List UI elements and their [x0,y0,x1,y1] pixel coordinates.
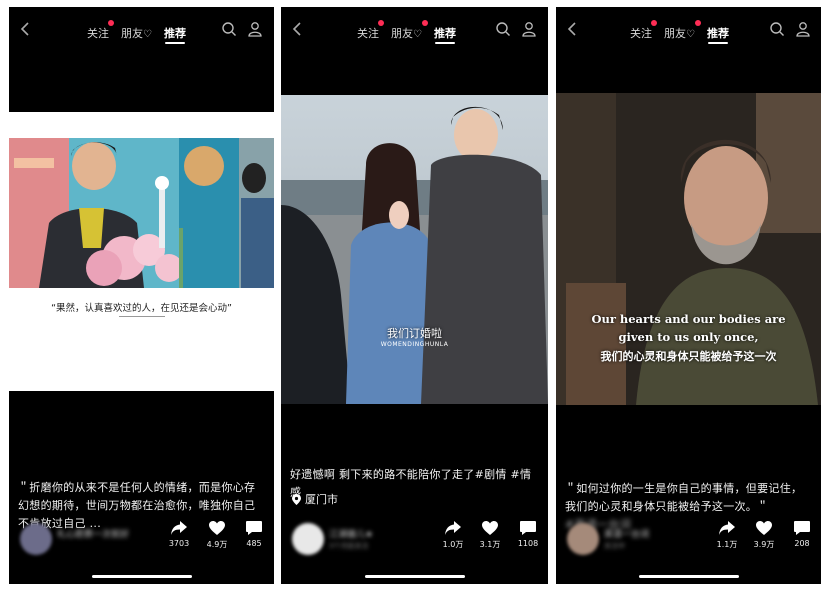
share-icon [445,521,461,535]
back-icon[interactable] [564,20,582,38]
notification-dot [421,20,428,26]
tab-follow[interactable]: 关注 [630,7,657,41]
tab-recommend[interactable]: 推荐 [164,7,186,44]
avatar[interactable] [567,523,599,555]
video-frame[interactable]: 我们订婚啦 WOMENDINGHUNLA [281,95,548,404]
author-subtitle: 3个月前关注 [329,542,369,550]
comment-icon [246,521,262,535]
share-button[interactable]: 3703 [163,520,195,548]
author-name[interactable]: 礼心愿葬一次就好 [57,527,129,540]
search-icon[interactable] [769,21,785,37]
top-bar: 关注 朋友♡ 推荐 [9,7,274,53]
author-name[interactable]: 英语一台词 [604,527,649,540]
video-overlay-text: “果然，认真喜欢过的人，在见还是会心动” [51,303,232,314]
top-bar: 关注 朋友♡ 推荐 [281,7,548,53]
search-icon[interactable] [495,21,511,37]
share-icon [719,521,735,535]
comment-icon [794,521,810,535]
home-indicator[interactable] [364,575,465,578]
share-icon [171,521,187,535]
tab-friends[interactable]: 朋友♡ [121,7,152,41]
feed-tabs: 关注 朋友♡ 推荐 [351,7,462,53]
tab-recommend[interactable]: 推荐 [707,7,729,44]
video-frame [9,138,274,288]
profile-icon[interactable] [795,21,811,37]
subtitle-en-1: Our hearts and our bodies are [591,312,786,326]
feed-tabs: 关注 朋友♡ 推荐 [624,7,735,53]
notification-dot [108,20,114,26]
feed-tabs: 关注 朋友♡ 推荐 [81,7,192,53]
subtitle-en-2: given to us only once, [618,330,759,344]
share-button[interactable]: 1.0万 [437,520,469,550]
tab-friends[interactable]: 朋友♡ [664,7,701,41]
like-icon [209,521,225,535]
top-bar: 关注 朋友♡ 推荐 [556,7,821,53]
profile-icon[interactable] [247,21,263,37]
tab-follow[interactable]: 关注 [87,7,114,41]
share-button[interactable]: 1.1万 [711,520,743,550]
home-indicator[interactable] [91,575,192,578]
like-button[interactable]: 4.9万 [201,520,233,550]
tab-recommend[interactable]: 推荐 [434,7,456,44]
video-feed-screen-3: 关注 朋友♡ 推荐 Our hearts and our bodies are … [556,7,821,584]
divider [119,316,165,317]
avatar[interactable] [292,523,324,555]
video-card[interactable]: “果然，认真喜欢过的人，在见还是会心动” [9,112,274,391]
author-name[interactable]: 江湖雄儿★ [329,527,373,540]
video-scene [281,95,548,404]
tab-friends[interactable]: 朋友♡ [391,7,428,41]
notification-dot [651,20,657,26]
comment-button[interactable]: 485 [238,520,270,548]
post-footer: 礼心愿葬一次就好 3703 4.9万 485 [9,514,274,564]
location-label: 厦门市 [305,493,338,506]
tab-follow[interactable]: 关注 [357,7,384,41]
video-scene [9,138,274,288]
location-icon [292,493,301,505]
like-button[interactable]: 3.9万 [748,520,780,550]
comment-icon [520,521,536,535]
author-subtitle: 关注中 [604,542,625,550]
back-icon[interactable] [289,20,307,38]
notification-dot [694,20,701,26]
subtitle-cn: 我们的心灵和身体只能被给予这一次 [600,350,777,363]
video-overlay-subtext: WOMENDINGHUNLA [380,341,449,348]
post-footer: 江湖雄儿★ 3个月前关注 1.0万 3.1万 1108 [281,514,548,564]
comment-button[interactable]: 208 [786,520,818,548]
post-footer: 英语一台词 关注中 1.1万 3.9万 208 [556,514,821,564]
back-icon[interactable] [17,20,35,38]
like-icon [482,521,498,535]
profile-icon[interactable] [521,21,537,37]
like-button[interactable]: 3.1万 [474,520,506,550]
video-overlay-text: 我们订婚啦 [387,327,442,340]
avatar[interactable] [20,523,52,555]
like-icon [756,521,772,535]
video-feed-screen-2: 关注 朋友♡ 推荐 我们订婚啦 WOMENDINGHUNLA 好遗憾啊 剩下来的… [281,7,548,584]
notification-dot [378,20,384,26]
location-tag[interactable]: 厦门市 [292,491,338,507]
video-frame[interactable]: Our hearts and our bodies are given to u… [556,93,821,405]
comment-button[interactable]: 1108 [512,520,544,548]
search-icon[interactable] [221,21,237,37]
video-feed-screen-1: 关注 朋友♡ 推荐 “果然，认真喜欢过的人，在见还是会心动” ＂折磨你的从来不是… [9,7,274,584]
home-indicator[interactable] [638,575,739,578]
